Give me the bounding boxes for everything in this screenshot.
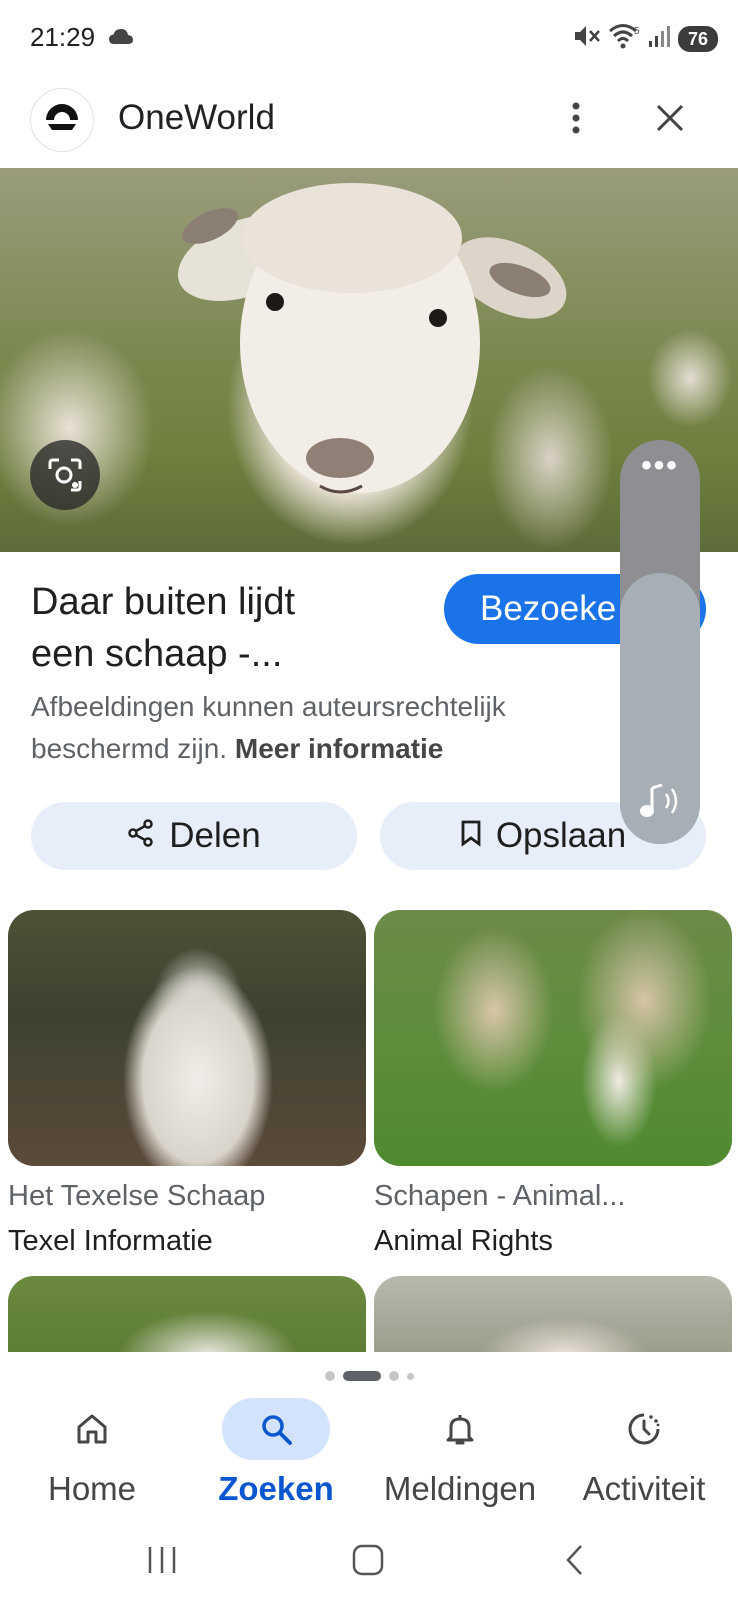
app-header: OneWorld: [0, 78, 738, 168]
sound-icon: [636, 780, 684, 829]
mute-icon: [572, 22, 602, 55]
result-title-line2: een schaap -...: [31, 633, 283, 675]
app-title: OneWorld: [118, 98, 275, 137]
save-label: Opslaan: [495, 816, 627, 855]
copyright-notice: Afbeeldingen kunnen auteursrechtelijk be…: [31, 686, 591, 770]
status-icons: 5 76: [572, 22, 718, 55]
nav-label: Home: [47, 1470, 137, 1507]
card-source: Animal Rights: [374, 1225, 553, 1257]
cloud-icon: [108, 28, 134, 51]
card-image: [374, 910, 732, 1166]
wifi-icon: 5: [608, 22, 642, 55]
system-nav-bar: [0, 1522, 738, 1600]
card-image: [8, 1276, 366, 1352]
sound-panel[interactable]: •••: [620, 440, 700, 844]
nav-label: Activiteit: [582, 1470, 706, 1507]
page-dot: [406, 1372, 414, 1380]
nav-item-search[interactable]: Zoeken: [184, 1398, 368, 1522]
battery-icon: 76: [677, 25, 718, 52]
back-icon[interactable]: [544, 1540, 604, 1580]
nav-label: Zoeken: [218, 1470, 334, 1507]
recents-icon[interactable]: [132, 1540, 192, 1580]
bell-icon: [406, 1398, 514, 1460]
page-indicator: [0, 1368, 738, 1384]
card-image: [374, 1276, 732, 1352]
activity-icon: [590, 1398, 698, 1460]
svg-text:5: 5: [634, 26, 640, 37]
result-title-line1: Daar buiten lijdt: [31, 581, 296, 623]
bookmark-icon: [460, 816, 482, 856]
bottom-nav: Home Zoeken Meldingen Activiteit: [0, 1398, 738, 1522]
result-card[interactable]: Het Texelse Schaap Texel Informatie: [8, 910, 366, 1258]
home-system-icon[interactable]: [338, 1540, 398, 1580]
result-card[interactable]: Schapen - Animal... Animal Rights: [374, 910, 732, 1258]
close-icon[interactable]: [648, 96, 692, 140]
more-vert-icon[interactable]: [556, 96, 596, 140]
status-bar: 21:29 5 76: [0, 0, 738, 78]
page-dot: [324, 1371, 335, 1381]
share-label: Delen: [169, 816, 261, 855]
page-dot-active: [342, 1371, 381, 1381]
result-card[interactable]: [374, 1276, 732, 1352]
sound-panel-menu[interactable]: •••: [620, 451, 700, 481]
signal-icon: [648, 23, 672, 54]
nav-item-home[interactable]: Home: [0, 1398, 184, 1522]
card-title: Schapen - Animal...: [374, 1180, 626, 1212]
page-dot: [388, 1371, 399, 1381]
card-title: Het Texelse Schaap: [8, 1180, 266, 1212]
nav-item-notifications[interactable]: Meldingen: [368, 1398, 552, 1522]
more-info-link[interactable]: Meer informatie: [235, 733, 444, 764]
status-time: 21:29: [30, 22, 96, 52]
oneworld-logo-icon: [30, 88, 94, 152]
search-icon: [222, 1398, 330, 1460]
home-icon: [38, 1398, 146, 1460]
result-card[interactable]: [8, 1276, 366, 1352]
card-source: Texel Informatie: [8, 1225, 213, 1257]
card-image: [8, 910, 366, 1166]
result-title: Daar buiten lijdt een schaap -...: [31, 576, 411, 680]
nav-item-activity[interactable]: Activiteit: [552, 1398, 736, 1522]
share-icon: [127, 816, 155, 856]
nav-label: Meldingen: [383, 1470, 537, 1507]
share-button[interactable]: Delen: [31, 802, 357, 870]
lens-search-icon[interactable]: [30, 440, 100, 510]
